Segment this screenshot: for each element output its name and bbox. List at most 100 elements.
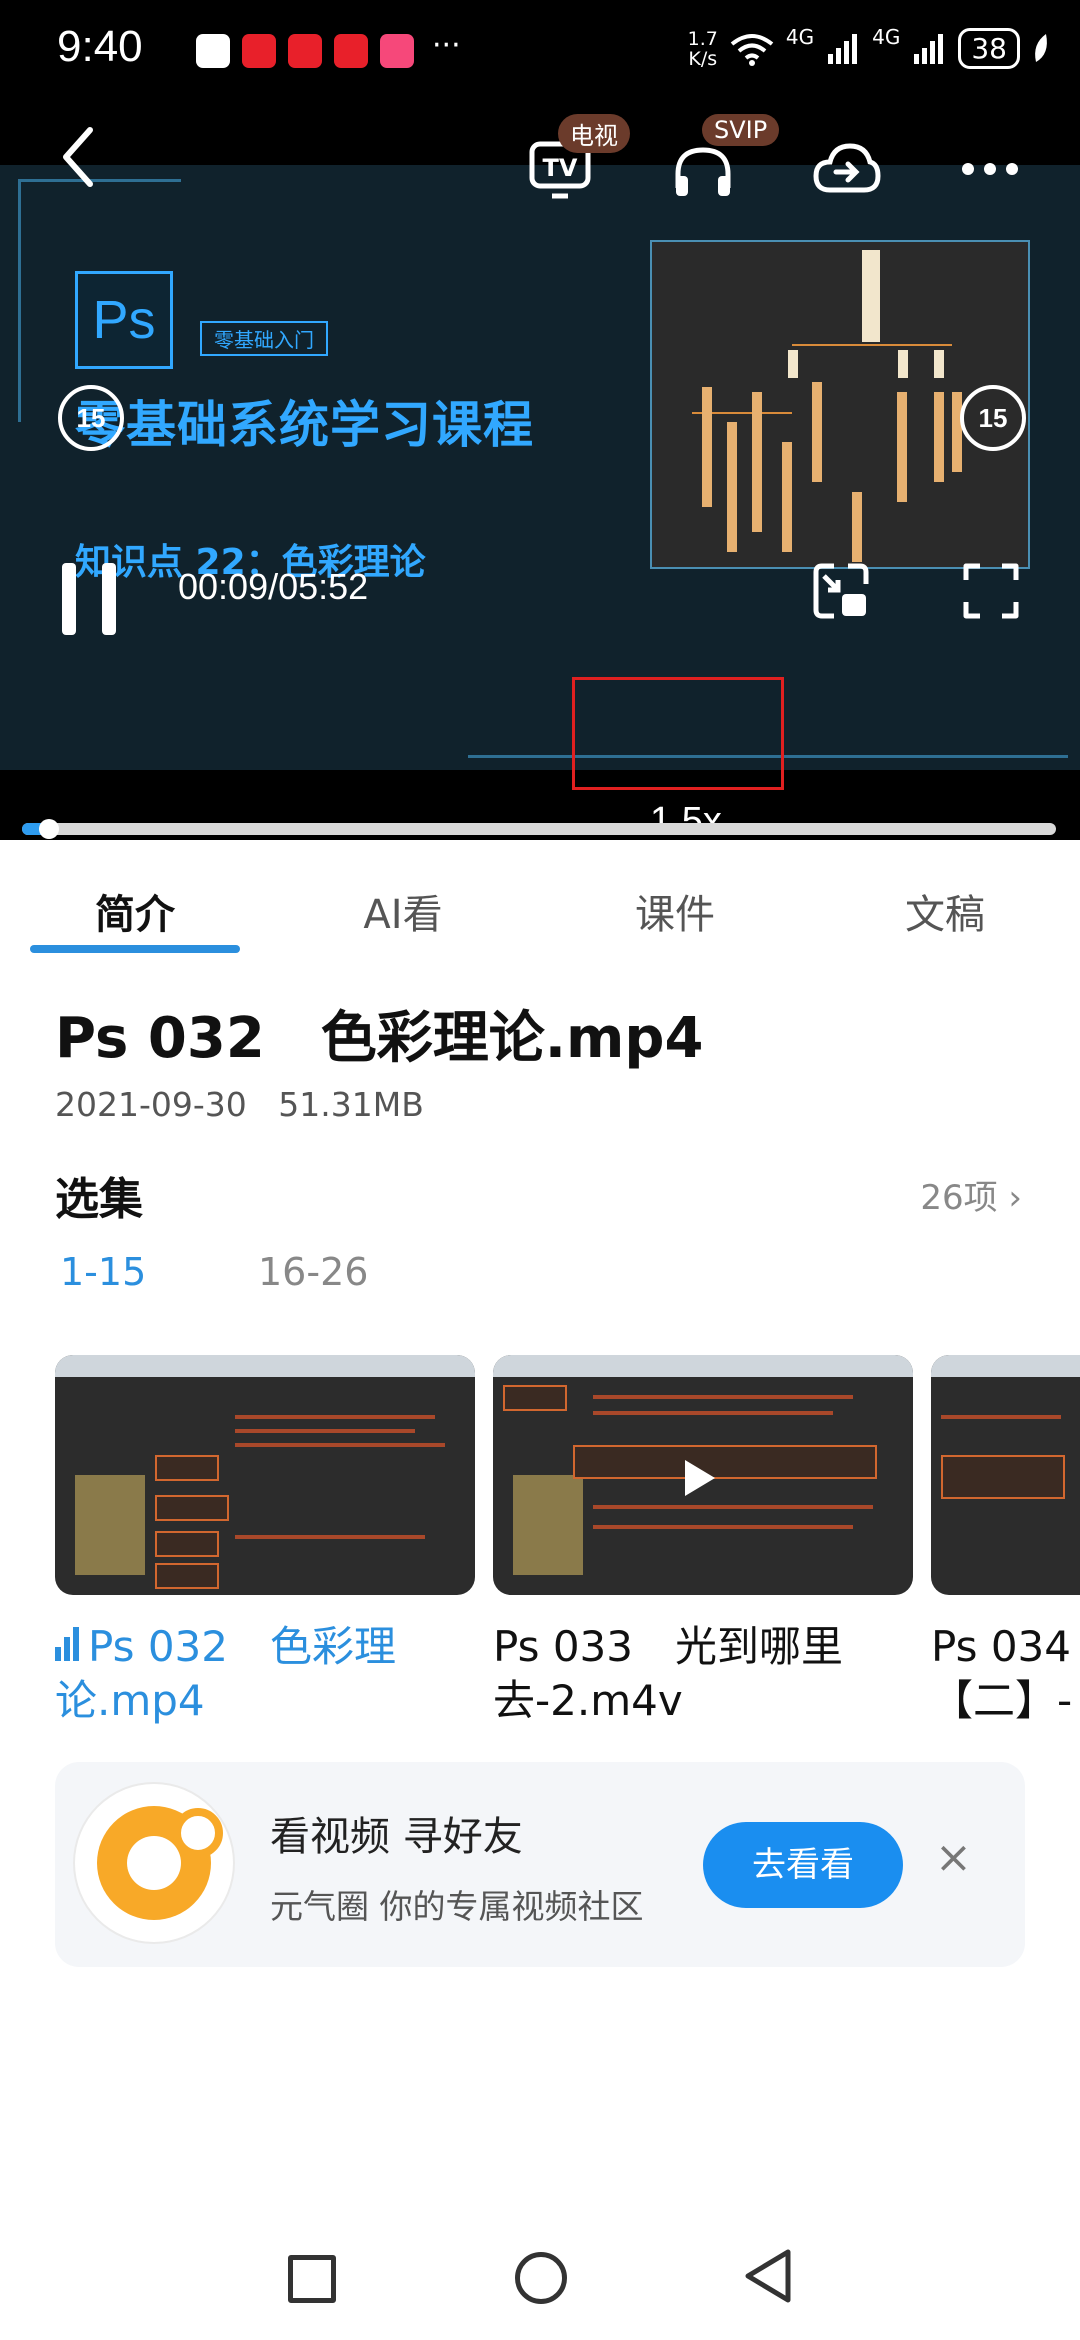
more-notifications-icon: ··· (432, 27, 461, 63)
episodes-count: 26项 (920, 1178, 998, 1218)
signal-label: 4G (872, 24, 901, 49)
yuanqi-logo-icon (75, 1784, 233, 1942)
mind-map-node (788, 350, 798, 378)
huawei-notification-icon (242, 34, 276, 68)
promo-title: 看视频 寻好友 (270, 1814, 523, 1860)
skip-forward-15-icon[interactable]: 15 (960, 385, 1026, 451)
mind-map-node (952, 392, 962, 472)
chevron-right-icon: › (1008, 1178, 1022, 1218)
app-notification-icon (380, 34, 414, 68)
mind-map-node (727, 422, 737, 552)
mind-map-node (812, 382, 822, 482)
svg-text:TV: TV (543, 154, 578, 182)
mind-map-node (752, 392, 762, 532)
mind-map-node (897, 392, 907, 502)
tab-ai-watch[interactable]: AI看 (293, 882, 513, 940)
mind-map-node (898, 350, 908, 378)
promo-subtitle: 元气圈 你的专属视频社区 (270, 1887, 644, 1926)
thumbnail-node (573, 1445, 877, 1479)
battery-indicator: 38 (958, 28, 1020, 69)
episode-name-text: Ps 032 色彩理论.mp4 (55, 1622, 396, 1725)
episodes-count-link[interactable]: 26项 › (920, 1170, 1022, 1219)
network-speed: 1.7 K/s (688, 29, 718, 69)
play-icon (685, 1460, 715, 1496)
thumbnail-window-bar (493, 1355, 913, 1377)
thumbnail-window-bar (55, 1355, 475, 1377)
thumbnail-node (941, 1455, 1065, 1499)
pip-icon[interactable] (812, 562, 870, 620)
signal-icon (828, 33, 858, 64)
nav-back-button[interactable] (742, 2248, 794, 2304)
huawei-notification-icon (288, 34, 322, 68)
now-playing-icon (55, 1620, 82, 1674)
video-player[interactable]: Ps 零基础入门 零基础系统学习课程 知识点 22：色彩理论 15 15 TV … (0, 100, 1080, 843)
wifi-icon (730, 33, 774, 66)
thumbnail-text (593, 1525, 853, 1529)
community-promo-card[interactable]: 看视频 寻好友 元气圈 你的专属视频社区 去看看 × (55, 1762, 1025, 1967)
mind-map-node (782, 442, 792, 552)
thumbnail-text (235, 1535, 425, 1539)
thumbnail-text (235, 1429, 415, 1433)
range-tab-16-26[interactable]: 16-26 (258, 1250, 368, 1294)
tab-courseware[interactable]: 课件 (565, 882, 785, 940)
tv-badge: 电视 (558, 114, 630, 153)
logo-dot (173, 1808, 223, 1858)
fullscreen-icon[interactable] (962, 562, 1020, 620)
active-tab-indicator (30, 945, 240, 953)
thumbnail-node (155, 1563, 219, 1589)
tab-transcript[interactable]: 文稿 (835, 882, 1055, 940)
home-button[interactable] (515, 2252, 567, 2304)
recent-apps-button[interactable] (288, 2255, 336, 2303)
status-right: 1.7 K/s 4G 4G 38 (688, 24, 1050, 69)
thumbnail-image (513, 1475, 583, 1575)
mind-map-node (934, 392, 944, 482)
video-frame[interactable]: Ps 零基础入门 零基础系统学习课程 知识点 22：色彩理论 15 15 (0, 165, 1080, 770)
playback-speed-button[interactable]: 1.5x (650, 800, 722, 843)
svip-badge: SVIP (702, 114, 780, 146)
thumbnail-image (75, 1475, 145, 1575)
time-separator: / (268, 566, 279, 607)
episode-thumbnail[interactable] (55, 1355, 475, 1595)
thumbnail-text (941, 1415, 1061, 1419)
thumbnail-node (155, 1531, 219, 1557)
skip-back-15-icon[interactable]: 15 (58, 385, 124, 451)
video-meta: 2021-09-30 51.31MB (55, 1085, 424, 1124)
tab-intro[interactable]: 简介 (25, 882, 245, 940)
video-title: Ps 032 色彩理论.mp4 (55, 1006, 704, 1071)
frame-title: 零基础系统学习课程 (75, 396, 534, 454)
cloud-upload-icon[interactable] (812, 140, 882, 200)
video-date: 2021-09-30 (55, 1085, 247, 1124)
more-icon[interactable] (960, 162, 1020, 176)
pause-bar-right (102, 563, 116, 635)
thumbnail-node (155, 1455, 219, 1481)
episodes-heading: 选集 (55, 1174, 143, 1225)
close-icon[interactable]: × (935, 1832, 972, 1883)
episode-name[interactable]: Ps 033 光到哪里去-2.m4v (493, 1620, 913, 1728)
frame-tag: 零基础入门 (200, 321, 328, 356)
app-notification-icon (196, 34, 230, 68)
thumbnail-node (503, 1385, 567, 1411)
progress-bar[interactable] (22, 819, 1056, 839)
mind-map-node (852, 492, 862, 562)
go-watch-button[interactable]: 去看看 (703, 1822, 903, 1908)
episode-name[interactable]: Ps 034 【二】- (931, 1620, 1080, 1728)
thumbnail-node (155, 1495, 229, 1521)
episode-thumbnail[interactable] (931, 1355, 1080, 1595)
signal-label: 4G (785, 24, 815, 49)
mind-map-node (702, 387, 712, 507)
network-speed-unit: K/s (688, 47, 718, 70)
range-tab-1-15[interactable]: 1-15 (60, 1250, 146, 1294)
huawei-notification-icon (334, 34, 368, 68)
logo-center (127, 1836, 181, 1890)
mind-map-node (934, 350, 944, 378)
headphones-icon[interactable] (672, 144, 734, 200)
episode-name-playing[interactable]: Ps 032 色彩理论.mp4 (55, 1620, 475, 1728)
progress-knob[interactable] (38, 819, 59, 839)
current-time: 00:09 (178, 566, 269, 607)
pause-bar-left (62, 563, 76, 635)
tab-bar: 简介 AI看 课件 文稿 (0, 860, 1080, 960)
thumbnail-text (593, 1505, 873, 1509)
back-icon[interactable] (58, 126, 98, 188)
speed-highlight-box (572, 677, 784, 790)
status-bar: 9:40 ··· 1.7 K/s 4G 4G 38 (0, 0, 1080, 100)
